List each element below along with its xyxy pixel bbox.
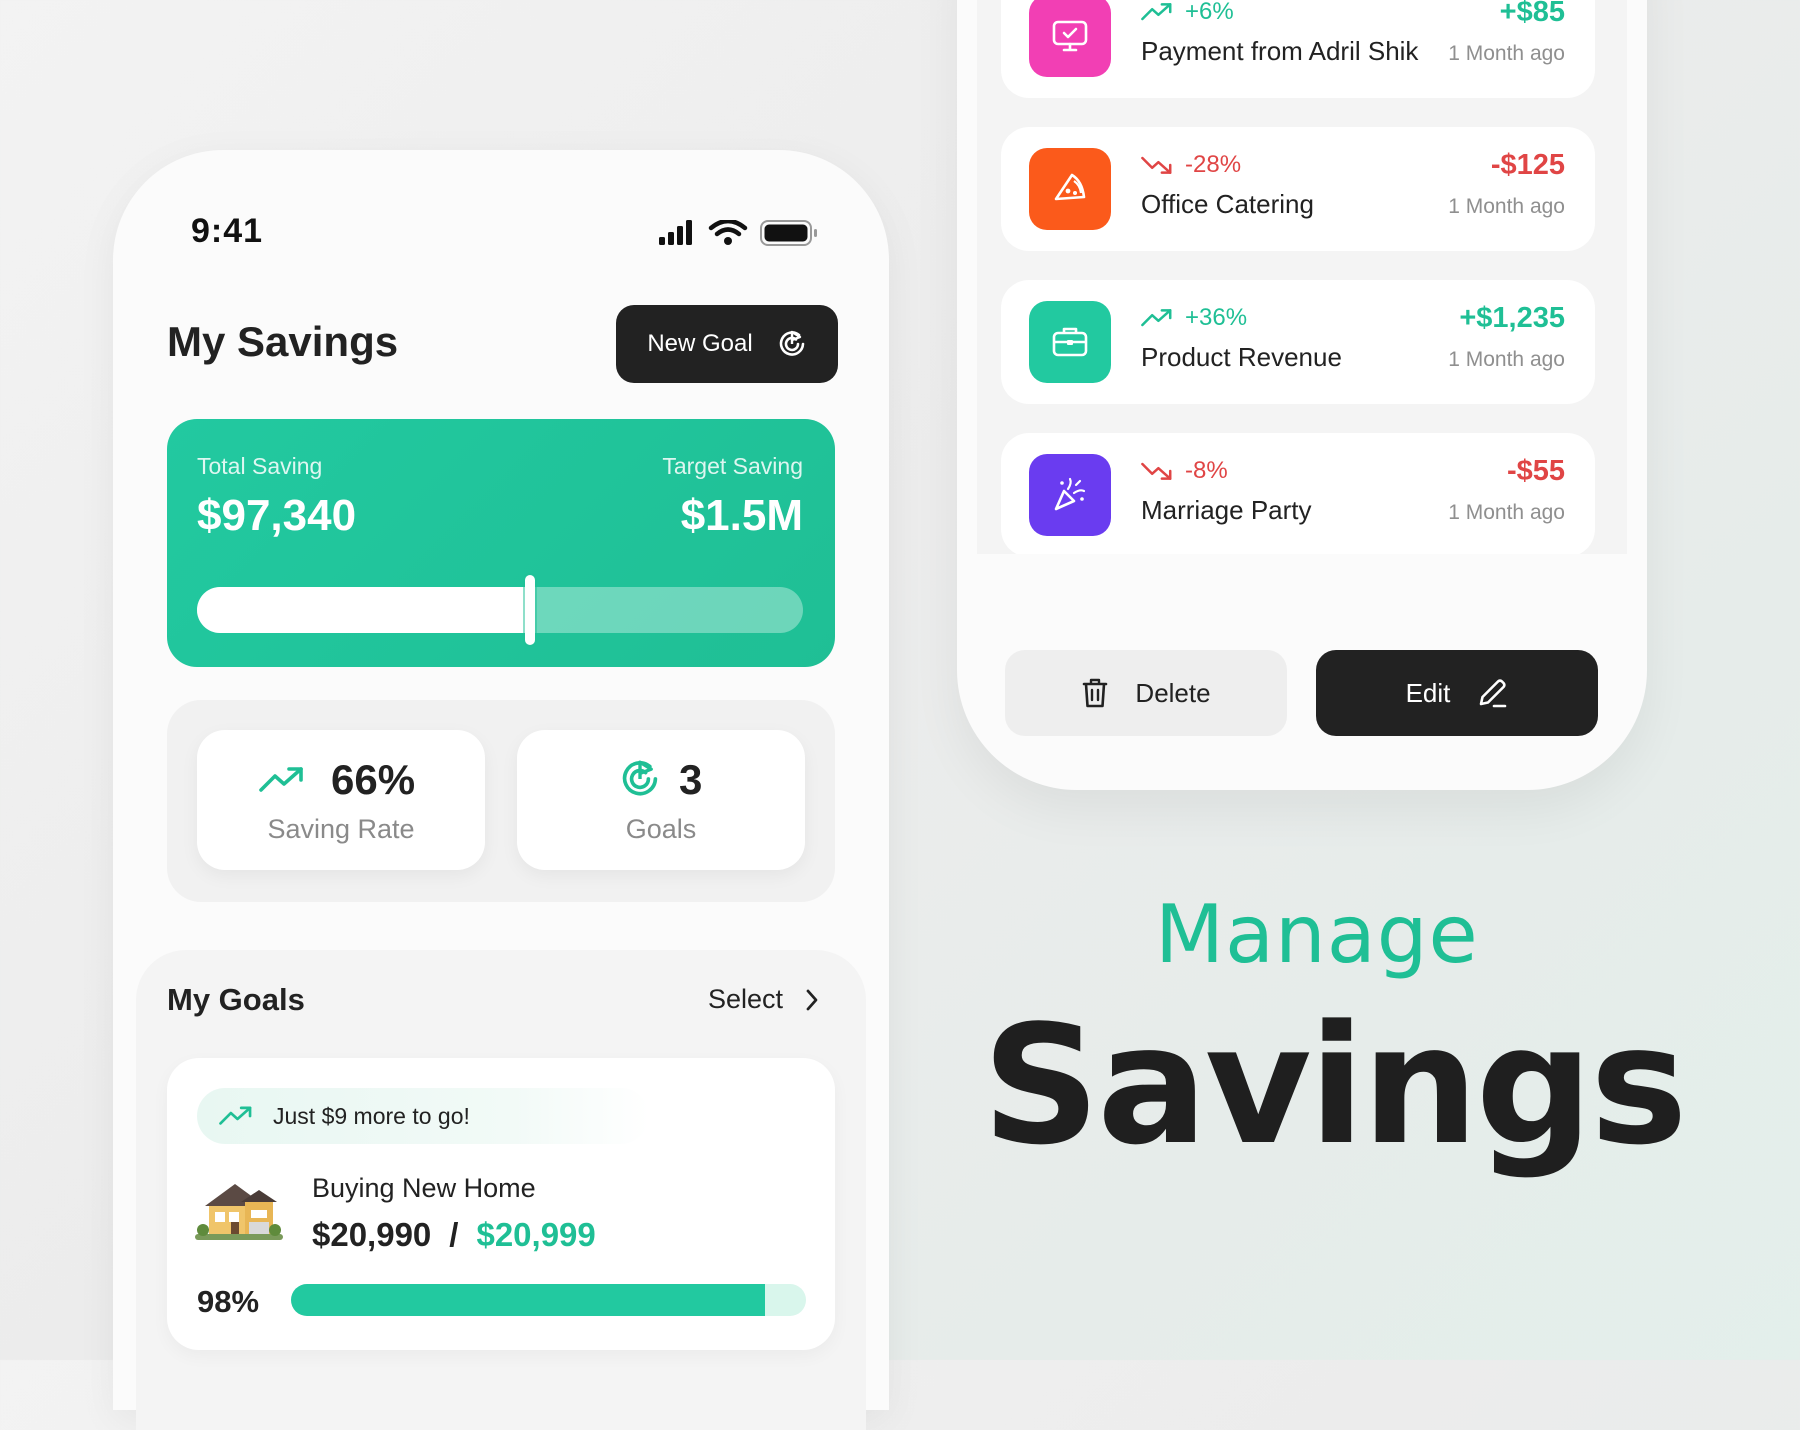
stats-section: 66% Saving Rate 3 Goals	[167, 700, 835, 902]
transaction-change: +36%	[1141, 304, 1247, 332]
target-icon	[622, 760, 658, 796]
transaction-item[interactable]: +36% Product Revenue +$1,235 1 Month ago	[1001, 280, 1595, 404]
goals-count-caption: Goals	[625, 814, 697, 844]
headline-manage: Manage	[1155, 888, 1479, 981]
target-saving-value: $1.5M	[680, 491, 803, 540]
transaction-item[interactable]: -8% Marriage Party -$55 1 Month ago	[1001, 433, 1595, 554]
transaction-icon-tile	[1029, 301, 1111, 383]
select-label: Select	[708, 984, 784, 1014]
edit-button[interactable]: Edit	[1316, 650, 1598, 736]
transaction-name: Payment from Adril Shik	[1141, 36, 1419, 66]
edit-label: Edit	[1405, 677, 1451, 708]
chevron-right-icon	[806, 989, 818, 1010]
cellular-signal-icon	[659, 220, 692, 245]
transactions-phone-screen: +6% Payment from Adril Shik +$85 1 Month…	[957, 0, 1647, 790]
trend-down-icon	[1141, 156, 1172, 174]
transaction-icon-tile	[1029, 148, 1111, 230]
total-saving-label: Total Saving	[197, 453, 323, 479]
wifi-icon	[708, 220, 748, 245]
status-time: 9:41	[191, 212, 264, 250]
transaction-change: +6%	[1141, 0, 1234, 26]
saving-progress-bar	[197, 575, 803, 645]
transaction-change-value: +36%	[1185, 304, 1248, 331]
goal-tip-badge: Just $9 more to go!	[197, 1088, 649, 1144]
goal-progress-fill	[291, 1284, 765, 1316]
transaction-time: 1 Month ago	[1448, 348, 1565, 371]
transaction-change: -28%	[1141, 151, 1241, 179]
party-popper-icon	[1054, 477, 1086, 511]
transaction-amount: +$85	[1499, 0, 1565, 28]
new-goal-button[interactable]: New Goal	[616, 305, 838, 383]
savings-phone-screen: 9:41 My Savings New Goal Total Saving $9…	[113, 150, 889, 1430]
transaction-change-value: +6%	[1185, 0, 1234, 25]
transaction-icon-tile	[1029, 0, 1111, 77]
transaction-amount: +$1,235	[1459, 302, 1565, 334]
house-icon	[195, 1184, 283, 1240]
total-saving-value: $97,340	[197, 491, 357, 540]
transaction-time: 1 Month ago	[1448, 195, 1565, 218]
trend-up-icon	[219, 1106, 252, 1125]
delete-button[interactable]: Delete	[1005, 650, 1287, 736]
page-title: My Savings	[167, 318, 399, 365]
new-goal-label: New Goal	[647, 330, 753, 357]
status-icons	[659, 220, 817, 246]
my-goals-panel: My Goals Select Just $9 more to go! Buyi…	[136, 950, 866, 1430]
trend-up-icon	[1141, 309, 1172, 327]
transaction-change: -8%	[1141, 457, 1228, 485]
goal-amount-separator: /	[449, 1216, 459, 1253]
goal-target-amount: $20,999	[476, 1216, 596, 1253]
transaction-name: Office Catering	[1141, 189, 1314, 219]
goal-name: Buying New Home	[312, 1173, 536, 1203]
trend-up-icon	[259, 767, 303, 792]
transaction-amount: -$55	[1506, 455, 1565, 487]
briefcase-icon	[1052, 327, 1088, 357]
transaction-change-value: -28%	[1185, 151, 1242, 178]
delete-label: Delete	[1135, 677, 1211, 708]
goal-card[interactable]: Just $9 more to go! Buying New Home $20,…	[167, 1058, 835, 1350]
saving-rate-stat[interactable]: 66% Saving Rate	[197, 730, 485, 870]
goal-current-amount: $20,990	[312, 1216, 432, 1253]
my-goals-title: My Goals	[167, 982, 305, 1017]
saving-progress-handle[interactable]	[525, 575, 536, 645]
transaction-item[interactable]: -28% Office Catering -$125 1 Month ago	[1001, 127, 1595, 251]
transaction-time: 1 Month ago	[1448, 42, 1565, 65]
goals-count-value: 3	[679, 756, 703, 803]
goal-percent: 98%	[197, 1284, 260, 1319]
trash-icon	[1083, 678, 1108, 708]
goal-tip-text: Just $9 more to go!	[273, 1102, 470, 1129]
transaction-icon-tile	[1029, 454, 1111, 536]
goal-progress-bar	[291, 1284, 806, 1316]
monitor-icon	[1052, 20, 1088, 52]
battery-icon	[760, 220, 817, 246]
transaction-name: Marriage Party	[1141, 495, 1312, 525]
headline-savings: Savings	[982, 990, 1688, 1181]
goal-amounts: $20,990 / $20,999	[312, 1216, 596, 1254]
pencil-icon	[1480, 679, 1507, 708]
saving-rate-caption: Saving Rate	[267, 814, 415, 844]
target-icon	[779, 330, 804, 356]
pizza-icon	[1054, 173, 1086, 201]
trend-up-icon	[1141, 3, 1172, 21]
transaction-name: Product Revenue	[1141, 342, 1342, 372]
transaction-change-value: -8%	[1185, 457, 1228, 484]
transaction-item[interactable]: +6% Payment from Adril Shik +$85 1 Month…	[1001, 0, 1595, 98]
target-saving-label: Target Saving	[662, 453, 803, 479]
transaction-amount: -$125	[1490, 149, 1565, 181]
saving-progress-fill	[197, 587, 531, 633]
transaction-time: 1 Month ago	[1448, 501, 1565, 524]
trend-down-icon	[1141, 462, 1172, 480]
goals-count-stat[interactable]: 3 Goals	[517, 730, 805, 870]
saving-rate-value: 66%	[331, 756, 416, 803]
transaction-list: +6% Payment from Adril Shik +$85 1 Month…	[977, 0, 1627, 554]
saving-summary-card: Total Saving $97,340 Target Saving $1.5M	[167, 419, 835, 667]
select-goals-button[interactable]: Select	[708, 984, 819, 1015]
